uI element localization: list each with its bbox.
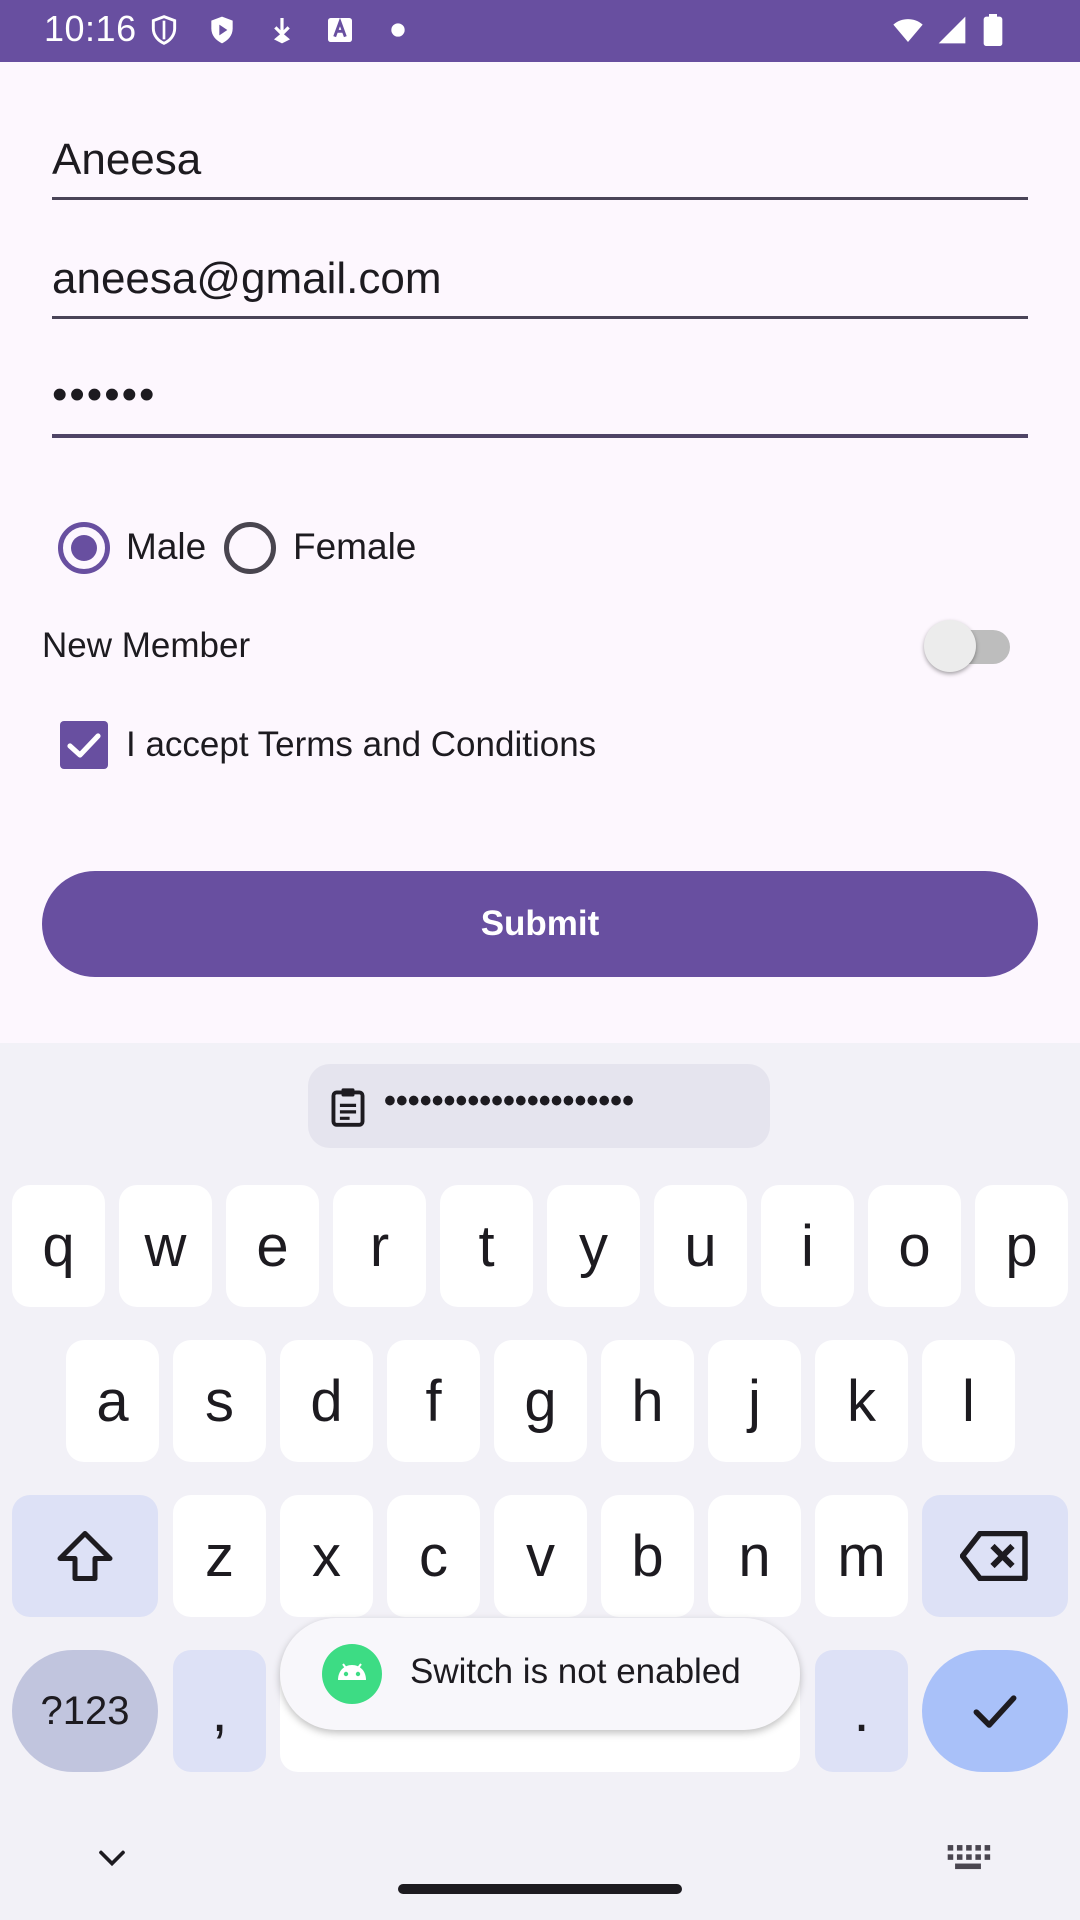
status-bar: 10:16 [0, 0, 1080, 62]
email-field-value: aneesa@gmail.com [52, 254, 442, 303]
name-field[interactable]: Aneesa [52, 130, 1028, 200]
backspace-icon [960, 1531, 1028, 1581]
period-key[interactable]: . [815, 1650, 908, 1772]
key-f[interactable]: f [387, 1340, 480, 1462]
soft-keyboard [0, 1043, 1080, 1920]
signal-icon [934, 14, 970, 46]
key-o[interactable]: o [868, 1185, 961, 1307]
radio-male-label[interactable]: Male [126, 526, 206, 568]
password-field-value: •••••• [52, 370, 157, 419]
password-field[interactable]: •••••• [52, 368, 1028, 438]
play-shield-icon [206, 14, 238, 46]
download-icon [266, 14, 298, 46]
key-q[interactable]: q [12, 1185, 105, 1307]
key-u[interactable]: u [654, 1185, 747, 1307]
terms-label[interactable]: I accept Terms and Conditions [126, 725, 596, 765]
key-t[interactable]: t [440, 1185, 533, 1307]
key-g[interactable]: g [494, 1340, 587, 1462]
radio-female[interactable] [224, 522, 276, 574]
dot-icon [382, 14, 414, 46]
keyboard-hide-icon[interactable] [90, 1836, 134, 1880]
battery-icon [982, 14, 1004, 46]
toast-message: Switch is not enabled [410, 1652, 741, 1691]
android-icon [322, 1644, 382, 1704]
key-r[interactable]: r [333, 1185, 426, 1307]
key-l[interactable]: l [922, 1340, 1015, 1462]
key-m[interactable]: m [815, 1495, 908, 1617]
key-e[interactable]: e [226, 1185, 319, 1307]
key-j[interactable]: j [708, 1340, 801, 1462]
key-c[interactable]: c [387, 1495, 480, 1617]
radio-female-label[interactable]: Female [293, 526, 416, 568]
shift-icon [57, 1531, 113, 1581]
key-v[interactable]: v [494, 1495, 587, 1617]
keyboard-switch-icon[interactable] [944, 1836, 992, 1880]
key-n[interactable]: n [708, 1495, 801, 1617]
key-d[interactable]: d [280, 1340, 373, 1462]
key-k[interactable]: k [815, 1340, 908, 1462]
status-time: 10:16 [44, 8, 137, 49]
radio-male[interactable] [58, 522, 110, 574]
comma-key[interactable]: , [173, 1650, 266, 1772]
name-field-value: Aneesa [52, 135, 202, 184]
home-indicator[interactable] [398, 1884, 682, 1894]
email-field[interactable]: aneesa@gmail.com [52, 249, 1028, 319]
clipboard-text: ••••••••••••••••••••• [384, 1082, 634, 1120]
key-x[interactable]: x [280, 1495, 373, 1617]
toast: Switch is not enabled [280, 1618, 800, 1730]
key-h[interactable]: h [601, 1340, 694, 1462]
terms-checkbox[interactable] [60, 721, 108, 769]
submit-button[interactable]: Submit [42, 871, 1038, 977]
key-b[interactable]: b [601, 1495, 694, 1617]
check-icon [973, 1695, 1017, 1728]
wifi-icon [888, 14, 928, 46]
clipboard-suggestion[interactable]: ••••••••••••••••••••• [308, 1064, 770, 1148]
key-s[interactable]: s [173, 1340, 266, 1462]
new-member-switch-thumb[interactable] [924, 620, 976, 672]
clipboard-icon [328, 1086, 368, 1128]
key-y[interactable]: y [547, 1185, 640, 1307]
enter-key[interactable] [922, 1650, 1068, 1772]
shift-key[interactable] [12, 1495, 158, 1617]
font-app-icon [324, 14, 356, 46]
new-member-label: New Member [42, 626, 251, 665]
check-icon [67, 733, 101, 758]
shield-icon [148, 14, 180, 46]
key-p[interactable]: p [975, 1185, 1068, 1307]
key-a[interactable]: a [66, 1340, 159, 1462]
symbols-key[interactable]: ?123 [12, 1650, 158, 1772]
key-z[interactable]: z [173, 1495, 266, 1617]
key-w[interactable]: w [119, 1185, 212, 1307]
backspace-key[interactable] [922, 1495, 1068, 1617]
key-i[interactable]: i [761, 1185, 854, 1307]
